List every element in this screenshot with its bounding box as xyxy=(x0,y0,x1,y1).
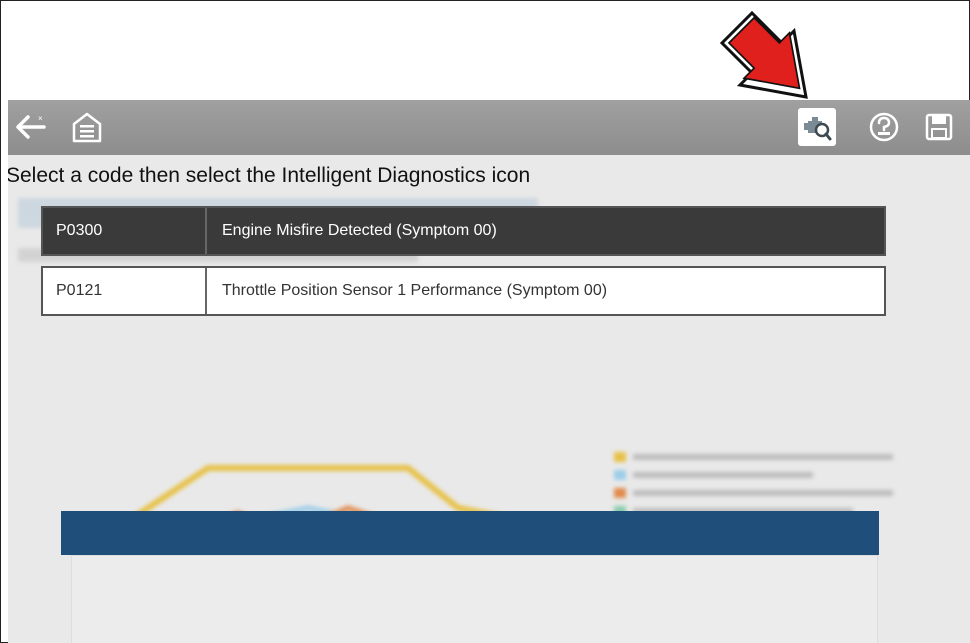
diagnostic-screen: × Select a code then select the Intellig… xyxy=(8,100,970,643)
svg-text:×: × xyxy=(38,114,43,123)
dtc-code-list: P0300 Engine Misfire Detected (Symptom 0… xyxy=(41,206,886,326)
dtc-row[interactable]: P0121 Throttle Position Sensor 1 Perform… xyxy=(41,266,886,316)
instruction-text: Select a code then select the Intelligen… xyxy=(8,164,531,187)
help-icon[interactable] xyxy=(865,108,903,146)
back-arrow-icon[interactable]: × xyxy=(12,108,50,146)
dtc-code: P0121 xyxy=(43,268,207,314)
intelligent-diagnostics-icon[interactable] xyxy=(798,108,836,146)
dtc-code: P0300 xyxy=(43,208,207,254)
dtc-description: Throttle Position Sensor 1 Performance (… xyxy=(222,282,608,299)
home-icon[interactable] xyxy=(68,108,106,146)
dtc-row-selected[interactable]: P0300 Engine Misfire Detected (Symptom 0… xyxy=(41,206,886,256)
tsb-header-bar xyxy=(61,511,879,555)
tsb-card xyxy=(71,555,878,643)
save-icon[interactable] xyxy=(920,108,958,146)
callout-arrow-icon xyxy=(720,10,808,99)
dtc-description: Engine Misfire Detected (Symptom 00) xyxy=(222,222,497,239)
